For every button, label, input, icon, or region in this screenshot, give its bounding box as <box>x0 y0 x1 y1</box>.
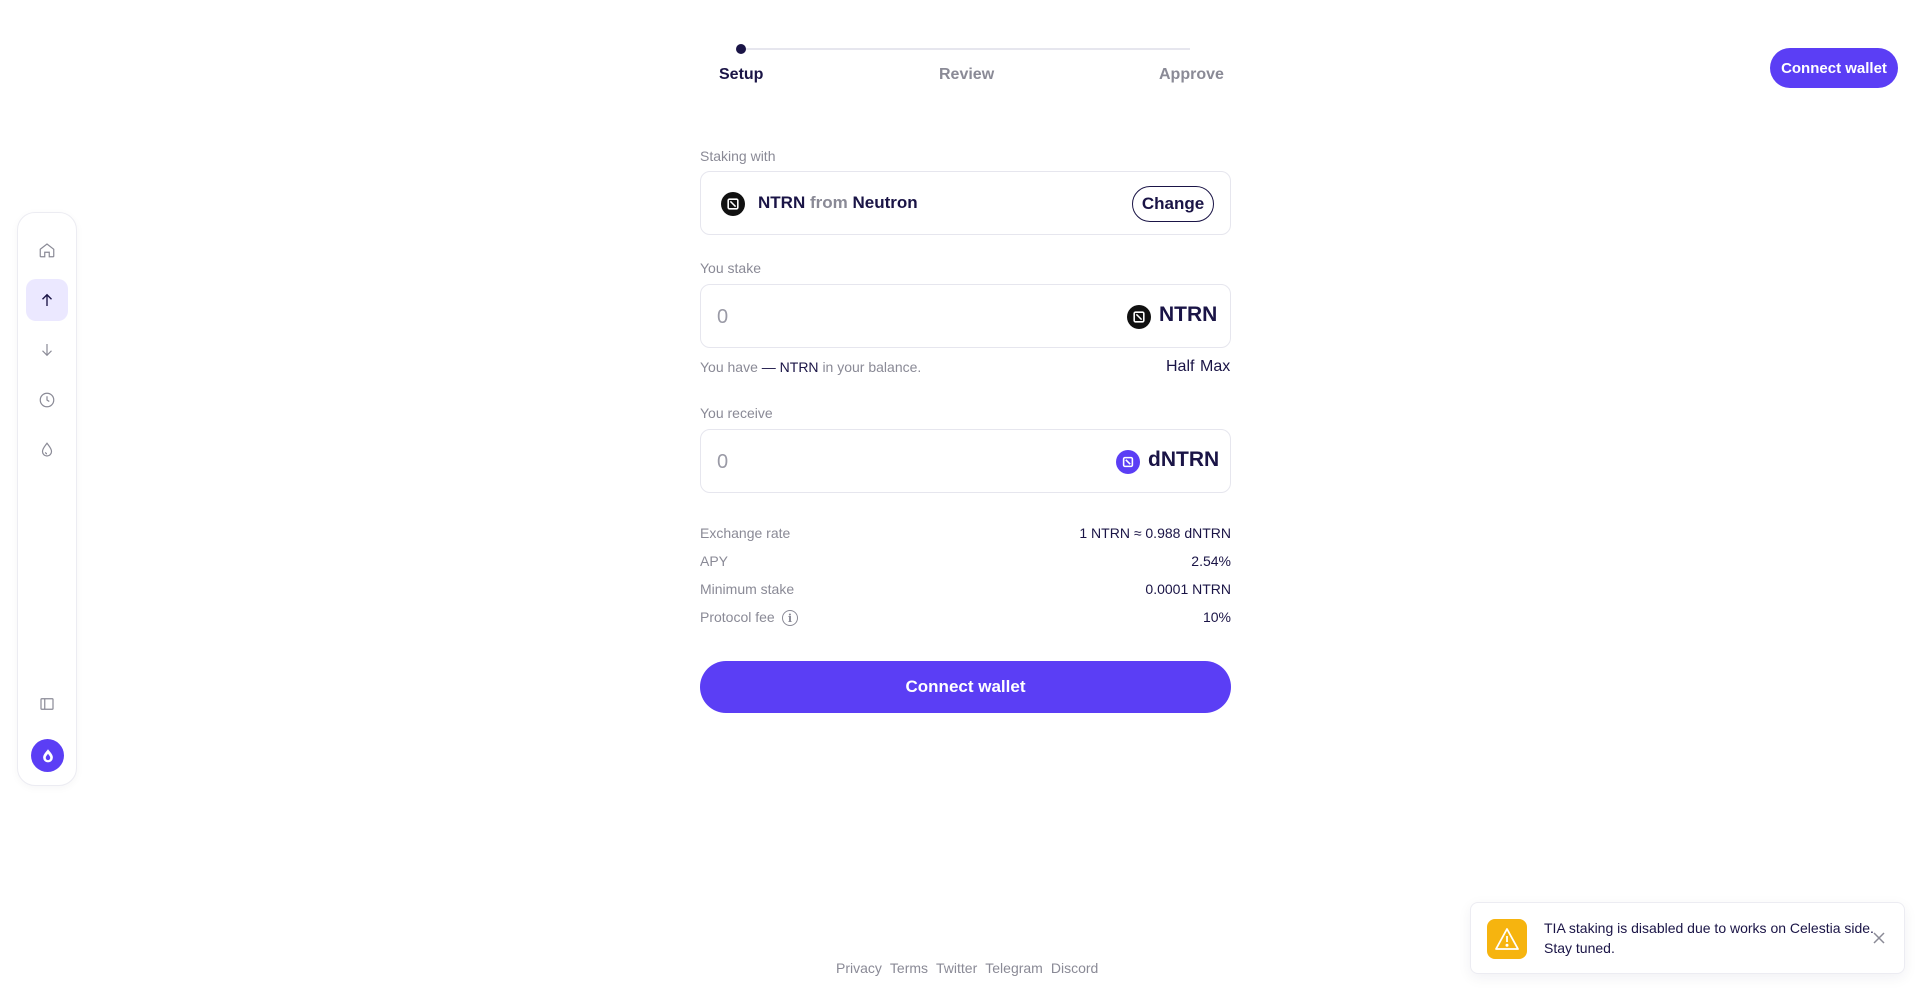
protocol-fee-label: Protocol fee <box>700 609 775 625</box>
you-stake-label: You stake <box>700 260 761 276</box>
stake-token-name: NTRN <box>1159 303 1218 326</box>
stake-amount-input[interactable] <box>717 299 1017 335</box>
stepper-track <box>740 48 1190 50</box>
exchange-rate-value: 1 NTRN ≈ 0.988 dNTRN <box>1079 525 1231 541</box>
apy-value: 2.54% <box>1191 553 1231 569</box>
arrow-down-icon <box>42 344 52 357</box>
protocol-fee-value: 10% <box>1202 609 1231 625</box>
footer-link-telegram[interactable]: Telegram <box>985 960 1043 976</box>
toast-message: TIA staking is disabled due to works on … <box>1544 920 1874 956</box>
sidebar-panel-icon <box>40 698 54 710</box>
minimum-stake-value: 0.0001 NTRN <box>1145 581 1231 597</box>
progress-stepper: Setup Review Approve <box>700 36 1240 96</box>
staking-with-box: NTRN from Neutron Change <box>700 171 1231 235</box>
sidebar <box>17 212 77 786</box>
connect-wallet-button[interactable]: Connect wallet <box>700 661 1231 713</box>
apy-row: APY 2.54% <box>700 553 1231 573</box>
drop-logo-button[interactable] <box>31 739 64 772</box>
staking-with-label: Staking with <box>700 148 776 164</box>
stake-amount-box: NTRN <box>700 284 1231 348</box>
footer-link-twitter[interactable]: Twitter <box>936 960 977 976</box>
half-button[interactable]: Half <box>1166 358 1194 376</box>
close-icon[interactable] <box>1870 929 1888 947</box>
step-approve: Approve <box>1159 66 1224 83</box>
step-review: Review <box>939 66 995 83</box>
max-button[interactable]: Max <box>1200 358 1230 376</box>
sidebar-item-rewards[interactable] <box>26 429 68 471</box>
ntrn-token-icon <box>721 192 745 216</box>
minimum-stake-label: Minimum stake <box>700 581 795 597</box>
step-setup: Setup <box>719 66 764 83</box>
balance-prefix: You have <box>700 359 758 375</box>
staking-chain: Neutron <box>852 193 918 212</box>
footer-link-discord[interactable]: Discord <box>1051 960 1098 976</box>
balance-text: You have — NTRN in your balance. <box>700 359 921 375</box>
dntrn-token-icon <box>1116 450 1140 474</box>
footer-link-privacy[interactable]: Privacy <box>836 960 882 976</box>
from-word: from <box>809 193 848 212</box>
warning-toast: TIA staking is disabled due to works on … <box>1470 902 1905 974</box>
balance-amount: — NTRN <box>761 359 819 375</box>
drop-icon <box>41 442 53 457</box>
sidebar-toggle-button[interactable] <box>26 683 68 725</box>
home-icon <box>39 243 55 258</box>
exchange-rate-label: Exchange rate <box>700 525 791 541</box>
sidebar-item-home[interactable] <box>26 229 68 271</box>
clock-icon <box>39 392 55 408</box>
stepper-active-dot <box>736 44 746 54</box>
exchange-rate-row: Exchange rate 1 NTRN ≈ 0.988 dNTRN <box>700 525 1231 545</box>
sidebar-item-stake[interactable] <box>26 279 68 321</box>
receive-token-name: dNTRN <box>1148 448 1220 471</box>
footer-links: Privacy Terms Twitter Telegram Discord <box>836 960 1098 976</box>
staking-token-text: NTRN from Neutron <box>758 193 918 213</box>
footer-link-terms[interactable]: Terms <box>890 960 928 976</box>
sidebar-item-history[interactable] <box>26 379 68 421</box>
drop-logo-icon <box>42 748 53 762</box>
you-receive-label: You receive <box>700 405 773 421</box>
info-icon[interactable]: i <box>782 610 798 626</box>
protocol-fee-row: Protocol fee i 10% <box>700 609 1231 629</box>
staking-token: NTRN <box>758 193 806 212</box>
sidebar-item-unstake[interactable] <box>26 329 68 371</box>
receive-amount-input[interactable] <box>717 444 1017 480</box>
warning-icon <box>1487 919 1527 959</box>
receive-amount-box: dNTRN <box>700 429 1231 493</box>
header-connect-wallet-button[interactable]: Connect wallet <box>1770 48 1898 88</box>
arrow-up-icon <box>42 293 52 306</box>
ntrn-token-icon <box>1127 305 1151 329</box>
minimum-stake-row: Minimum stake 0.0001 NTRN <box>700 581 1231 601</box>
change-token-button[interactable]: Change <box>1132 186 1214 222</box>
balance-suffix: in your balance. <box>822 359 922 375</box>
apy-label: APY <box>700 553 729 569</box>
